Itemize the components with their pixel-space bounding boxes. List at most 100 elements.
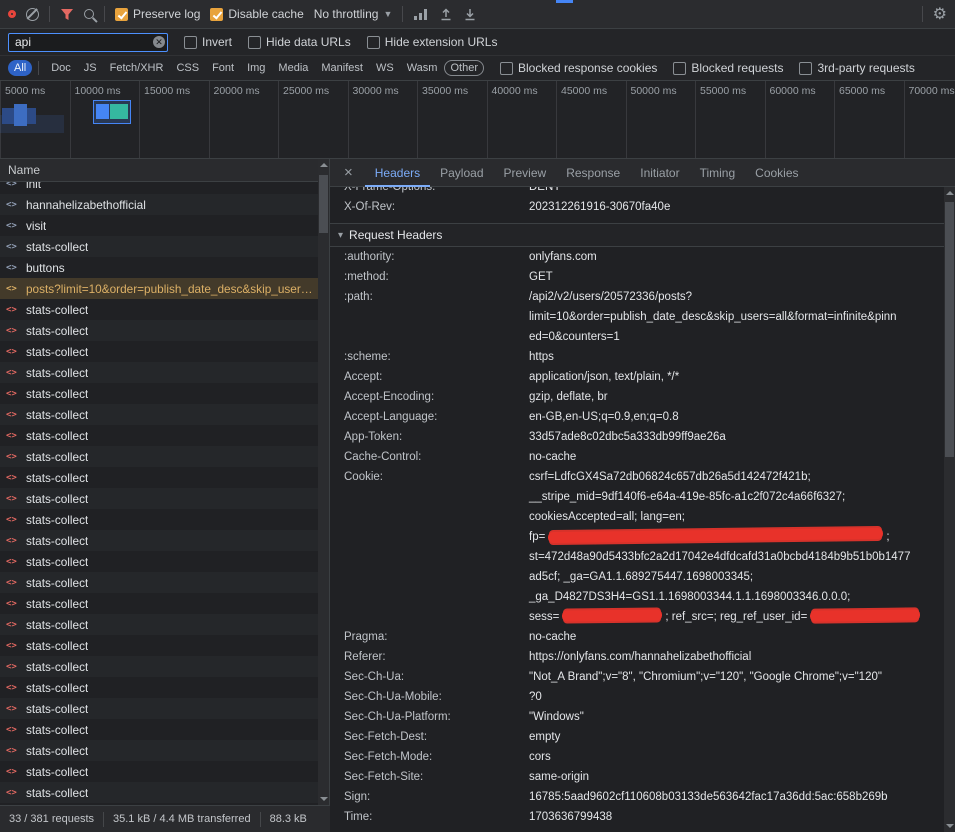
filter-type-wasm[interactable]: Wasm [401, 60, 444, 76]
request-row[interactable]: <>stats-collect [0, 614, 318, 635]
tab-preview[interactable]: Preview [494, 159, 557, 187]
request-row[interactable]: <>stats-collect [0, 782, 318, 803]
filter-type-doc[interactable]: Doc [45, 60, 77, 76]
header-row: Accept:application/json, text/plain, */* [330, 367, 944, 387]
detail-scrollbar[interactable] [944, 187, 955, 832]
hide-extension-urls-checkbox[interactable]: Hide extension URLs [367, 35, 498, 49]
filter-type-all[interactable]: All [8, 60, 32, 76]
request-row[interactable]: <>stats-collect [0, 530, 318, 551]
tab-payload[interactable]: Payload [430, 159, 493, 187]
blocked-response-cookies-label: Blocked response cookies [518, 61, 657, 75]
scrollbar-thumb[interactable] [945, 202, 954, 457]
request-row[interactable]: <>stats-collect [0, 656, 318, 677]
request-row[interactable]: <>stats-collect [0, 719, 318, 740]
gear-icon[interactable]: ⚙ [933, 4, 947, 24]
header-row: Cookie:csrf=LdfcGX4Sa72db06824c657db26a5… [330, 467, 944, 627]
request-label: visit [26, 219, 46, 233]
scroll-down-arrow[interactable] [318, 793, 329, 805]
tab-initiator[interactable]: Initiator [630, 159, 689, 187]
scrollbar-thumb[interactable] [319, 175, 328, 233]
request-row[interactable]: <>stats-collect [0, 740, 318, 761]
request-list-scrollbar[interactable] [318, 159, 329, 805]
request-row[interactable]: <>visit [0, 215, 318, 236]
section-header-request-headers[interactable]: ▾Request Headers [330, 223, 944, 247]
tab-response[interactable]: Response [556, 159, 630, 187]
timeline-tick-label: 15000 ms [144, 85, 190, 97]
header-name: Sec-Ch-Ua: [344, 667, 529, 687]
hide-data-urls-checkbox[interactable]: Hide data URLs [248, 35, 351, 49]
hide-extension-urls-label: Hide extension URLs [385, 35, 498, 49]
filter-type-fetch-xhr[interactable]: Fetch/XHR [104, 60, 170, 76]
filter-type-media[interactable]: Media [272, 60, 314, 76]
filter-type-css[interactable]: CSS [170, 60, 205, 76]
throttling-dropdown[interactable]: No throttling ▼ [314, 7, 393, 21]
header-row: Referer:https://onlyfans.com/hannaheliza… [330, 647, 944, 667]
scroll-down-arrow[interactable] [944, 820, 955, 832]
request-row[interactable]: <>posts?limit=10&order=publish_date_desc… [0, 278, 318, 299]
filter-icon[interactable] [60, 8, 74, 21]
disclosure-triangle-icon: ▾ [338, 230, 343, 241]
request-row[interactable]: <>stats-collect [0, 509, 318, 530]
import-har-icon[interactable] [439, 7, 453, 21]
third-party-requests-checkbox[interactable]: 3rd-party requests [799, 61, 914, 75]
header-name: Accept: [344, 367, 529, 387]
timeline-gridline [834, 81, 835, 158]
request-row[interactable]: <>stats-collect [0, 761, 318, 782]
request-row[interactable]: <>stats-collect [0, 383, 318, 404]
scroll-up-arrow[interactable] [944, 187, 955, 199]
header-value-text: application/json, text/plain, */* [529, 371, 679, 383]
invert-checkbox[interactable]: Invert [184, 35, 232, 49]
filter-type-manifest[interactable]: Manifest [315, 60, 369, 76]
clear-button[interactable] [26, 8, 39, 21]
record-button[interactable] [8, 10, 16, 18]
request-row[interactable]: <>stats-collect [0, 236, 318, 257]
request-label: stats-collect [26, 576, 88, 590]
request-row[interactable]: <>stats-collect [0, 467, 318, 488]
blocked-requests-checkbox[interactable]: Blocked requests [673, 61, 783, 75]
filter-type-img[interactable]: Img [241, 60, 271, 76]
request-row[interactable]: <>stats-collect [0, 488, 318, 509]
request-row[interactable]: <>stats-collect [0, 446, 318, 467]
request-list-header[interactable]: Name [0, 159, 329, 182]
request-row[interactable]: <>stats-collect [0, 404, 318, 425]
tab-headers[interactable]: Headers [365, 159, 430, 187]
filter-type-ws[interactable]: WS [370, 60, 400, 76]
clear-filter-icon[interactable]: ✕ [153, 36, 165, 48]
request-row[interactable]: <>stats-collect [0, 341, 318, 362]
network-overview-timeline[interactable]: 5000 ms10000 ms15000 ms20000 ms25000 ms3… [0, 81, 955, 159]
request-row[interactable]: <>stats-collect [0, 677, 318, 698]
header-row: :authority:onlyfans.com [330, 247, 944, 267]
request-row[interactable]: <>stats-collect [0, 299, 318, 320]
blocked-response-cookies-checkbox[interactable]: Blocked response cookies [500, 61, 657, 75]
request-row[interactable]: <>stats-collect [0, 635, 318, 656]
request-row[interactable]: <>stats-collect [0, 362, 318, 383]
disable-cache-checkbox[interactable]: Disable cache [210, 7, 303, 21]
request-row[interactable]: <>stats-collect [0, 320, 318, 341]
request-row[interactable]: <>init [0, 182, 318, 194]
request-label: stats-collect [26, 303, 88, 317]
request-row[interactable]: <>buttons [0, 257, 318, 278]
header-row: Cache-Control:no-cache [330, 447, 944, 467]
tab-cookies[interactable]: Cookies [745, 159, 808, 187]
request-label: stats-collect [26, 597, 88, 611]
request-label: stats-collect [26, 450, 88, 464]
request-row[interactable]: <>stats-collect [0, 425, 318, 446]
filter-type-js[interactable]: JS [78, 60, 103, 76]
search-icon[interactable] [84, 9, 94, 19]
request-row[interactable]: <>stats-collect [0, 551, 318, 572]
request-row[interactable]: <>stats-collect [0, 593, 318, 614]
scroll-up-arrow[interactable] [318, 159, 329, 171]
timeline-tick-label: 70000 ms [909, 85, 955, 97]
request-row[interactable]: <>stats-collect [0, 698, 318, 719]
filter-input[interactable] [8, 33, 168, 52]
network-conditions-icon[interactable] [413, 8, 429, 20]
tab-timing[interactable]: Timing [690, 159, 746, 187]
export-har-icon[interactable] [463, 7, 477, 21]
request-row[interactable]: <>stats-collect [0, 572, 318, 593]
close-icon[interactable]: × [330, 164, 365, 181]
request-row[interactable]: <>hannahelizabethofficial [0, 194, 318, 215]
preserve-log-checkbox[interactable]: Preserve log [115, 7, 200, 21]
filter-type-font[interactable]: Font [206, 60, 240, 76]
header-value-text: https [529, 351, 554, 363]
filter-type-other[interactable]: Other [444, 60, 484, 76]
